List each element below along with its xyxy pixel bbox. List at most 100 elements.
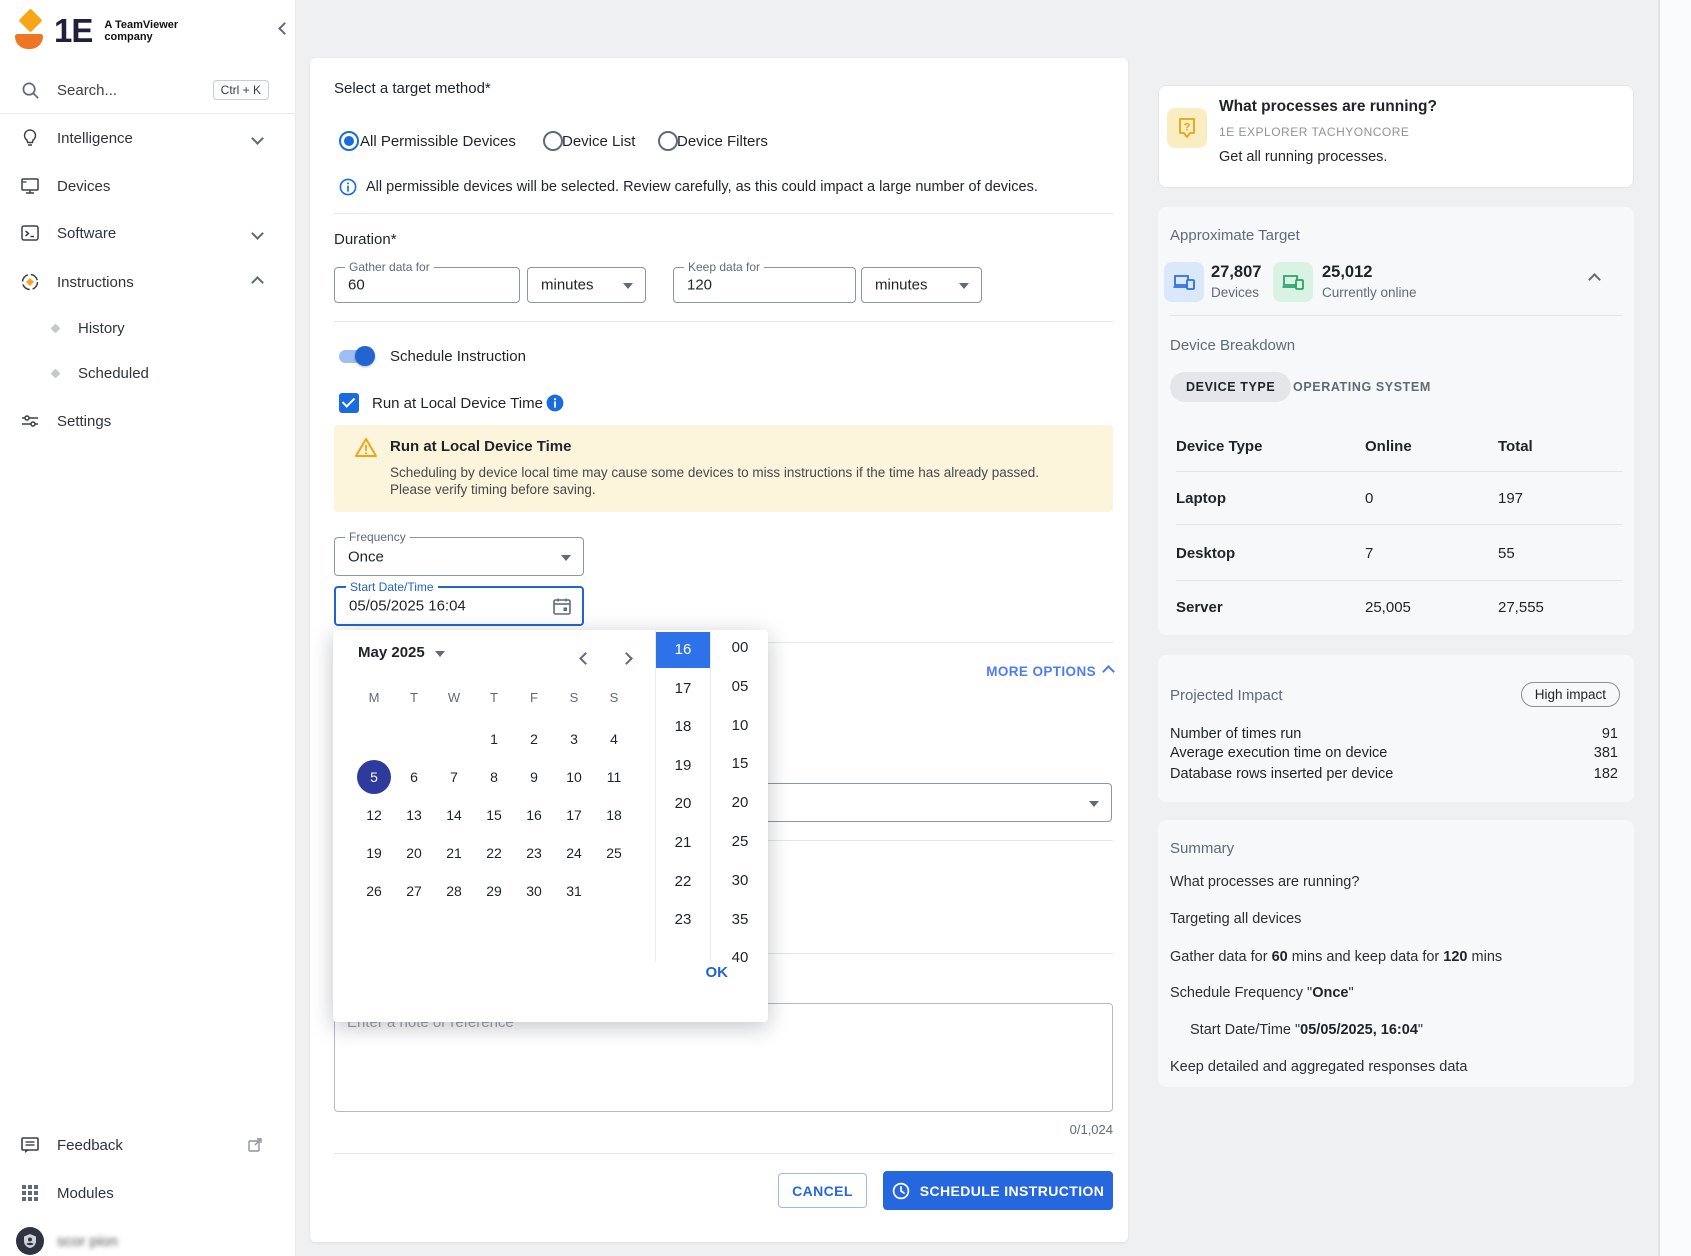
calendar-day[interactable]: 7 [434, 760, 474, 794]
gather-data-field[interactable]: Gather data for 60 [334, 267, 520, 303]
keep-unit-value: minutes [875, 277, 928, 294]
calendar-day[interactable]: 31 [554, 874, 594, 908]
calendar-day[interactable]: 19 [354, 836, 394, 870]
user-menu[interactable]: scor pion [0, 1226, 295, 1256]
sidebar-item-settings[interactable]: Settings [0, 406, 295, 436]
table-cell: 27,555 [1498, 599, 1544, 616]
hour-option[interactable]: 23 [656, 902, 710, 938]
calendar-day[interactable]: 17 [554, 798, 594, 832]
sidebar-item-history[interactable]: History [0, 313, 295, 343]
ok-button[interactable]: OK [706, 964, 729, 981]
radio-label[interactable]: All Permissible Devices [360, 133, 516, 150]
radio-label[interactable]: Device List [562, 133, 635, 150]
radio-label[interactable]: Device Filters [677, 133, 768, 150]
calendar-day[interactable]: 6 [394, 760, 434, 794]
calendar-day[interactable]: 3 [554, 722, 594, 756]
collapse-panel-chevron[interactable] [1590, 271, 1599, 289]
local-device-time-checkbox[interactable] [339, 393, 359, 413]
more-options-button[interactable]: MORE OPTIONS [986, 664, 1113, 679]
minute-option[interactable]: 20 [711, 785, 769, 821]
search-input[interactable]: Search... Ctrl + K [0, 75, 295, 105]
calendar-day[interactable]: 5 [354, 760, 394, 794]
calendar-day[interactable]: 18 [594, 798, 634, 832]
calendar-day[interactable]: 29 [474, 874, 514, 908]
keep-data-field[interactable]: Keep data for 120 [673, 267, 856, 303]
calendar-day[interactable]: 24 [554, 836, 594, 870]
search-placeholder: Search... [57, 82, 117, 99]
calendar-day[interactable]: 30 [514, 874, 554, 908]
calendar-day[interactable]: 23 [514, 836, 554, 870]
minute-option[interactable]: 40 [711, 940, 769, 962]
calendar-day[interactable]: 12 [354, 798, 394, 832]
calendar-day[interactable]: 15 [474, 798, 514, 832]
warning-icon [354, 436, 378, 460]
cancel-button[interactable]: CANCEL [778, 1173, 867, 1208]
keep-unit-select[interactable]: minutes [861, 267, 982, 303]
calendar-day[interactable]: 26 [354, 874, 394, 908]
minute-option[interactable]: 30 [711, 863, 769, 899]
sidebar-item-devices[interactable]: Devices [0, 171, 295, 201]
radio-all-permissible-devices[interactable] [339, 131, 359, 151]
calendar-day[interactable]: 2 [514, 722, 554, 756]
sidebar-item-instructions[interactable]: Instructions [0, 267, 295, 297]
radio-device-filters[interactable] [658, 131, 678, 151]
hour-option[interactable]: 17 [656, 671, 710, 707]
sidebar-item-label: Modules [57, 1185, 114, 1202]
schedule-instruction-button[interactable]: SCHEDULE INSTRUCTION [883, 1171, 1113, 1210]
sidebar-item-feedback[interactable]: Feedback [0, 1130, 295, 1160]
hour-option[interactable]: 19 [656, 748, 710, 784]
minute-option[interactable]: 05 [711, 669, 769, 705]
next-month-button[interactable] [622, 650, 636, 664]
gather-unit-select[interactable]: minutes [527, 267, 646, 303]
radio-device-list[interactable] [543, 131, 563, 151]
tab-device-type[interactable]: DEVICE TYPE [1170, 372, 1291, 402]
calendar-grid: 1234567891011121314151617181920212223242… [354, 722, 634, 912]
calendar-day[interactable]: 27 [394, 874, 434, 908]
sidebar-item-intelligence[interactable]: Intelligence [0, 123, 295, 153]
minute-option[interactable]: 15 [711, 746, 769, 782]
calendar-day[interactable]: 25 [594, 836, 634, 870]
hour-option[interactable]: 16 [656, 632, 710, 668]
hour-option[interactable]: 20 [656, 786, 710, 822]
sidebar-item-modules[interactable]: Modules [0, 1178, 295, 1208]
calendar-day[interactable]: 11 [594, 760, 634, 794]
calendar-icon[interactable] [552, 596, 572, 616]
minute-option[interactable]: 25 [711, 824, 769, 860]
minute-option[interactable]: 00 [711, 630, 769, 666]
calendar-day[interactable]: 13 [394, 798, 434, 832]
sidebar-item-scheduled[interactable]: Scheduled [0, 358, 295, 388]
calendar-day[interactable]: 21 [434, 836, 474, 870]
tab-operating-system[interactable]: OPERATING SYSTEM [1293, 372, 1431, 402]
calendar-day[interactable]: 16 [514, 798, 554, 832]
calendar-day[interactable]: 1 [474, 722, 514, 756]
start-datetime-label: Start Date/Time [346, 580, 438, 594]
info-icon[interactable] [546, 394, 564, 412]
calendar-day[interactable]: 4 [594, 722, 634, 756]
instruction-question-card: ? What processes are running? 1E EXPLORE… [1158, 85, 1634, 188]
schedule-instruction-toggle[interactable] [337, 346, 375, 366]
hour-option[interactable]: 21 [656, 825, 710, 861]
hour-option[interactable]: 18 [656, 709, 710, 745]
calendar-day [354, 722, 394, 756]
calendar-day[interactable]: 14 [434, 798, 474, 832]
start-datetime-field[interactable]: Start Date/Time 05/05/2025 16:04 [334, 586, 584, 626]
minute-option[interactable]: 35 [711, 902, 769, 938]
frequency-select[interactable]: Frequency Once [334, 537, 584, 576]
sidebar-collapse-button[interactable] [280, 20, 298, 38]
month-caret-icon[interactable] [435, 651, 445, 657]
calendar-day[interactable]: 22 [474, 836, 514, 870]
prev-month-button[interactable] [581, 650, 595, 664]
calendar-day[interactable]: 20 [394, 836, 434, 870]
calendar-day[interactable]: 28 [434, 874, 474, 908]
minute-option[interactable]: 10 [711, 708, 769, 744]
calendar-day[interactable]: 8 [474, 760, 514, 794]
sidebar-item-software[interactable]: Software [0, 218, 295, 248]
calendar-day[interactable]: 10 [554, 760, 594, 794]
calendar-day[interactable]: 9 [514, 760, 554, 794]
month-label: May 2025 [358, 644, 425, 661]
online-devices-icon [1273, 262, 1313, 302]
calendar-dow: T [394, 684, 434, 712]
char-counter: 0/1,024 [1070, 1122, 1113, 1137]
hour-option[interactable]: 22 [656, 864, 710, 900]
summary-item: What processes are running? [1170, 874, 1620, 890]
